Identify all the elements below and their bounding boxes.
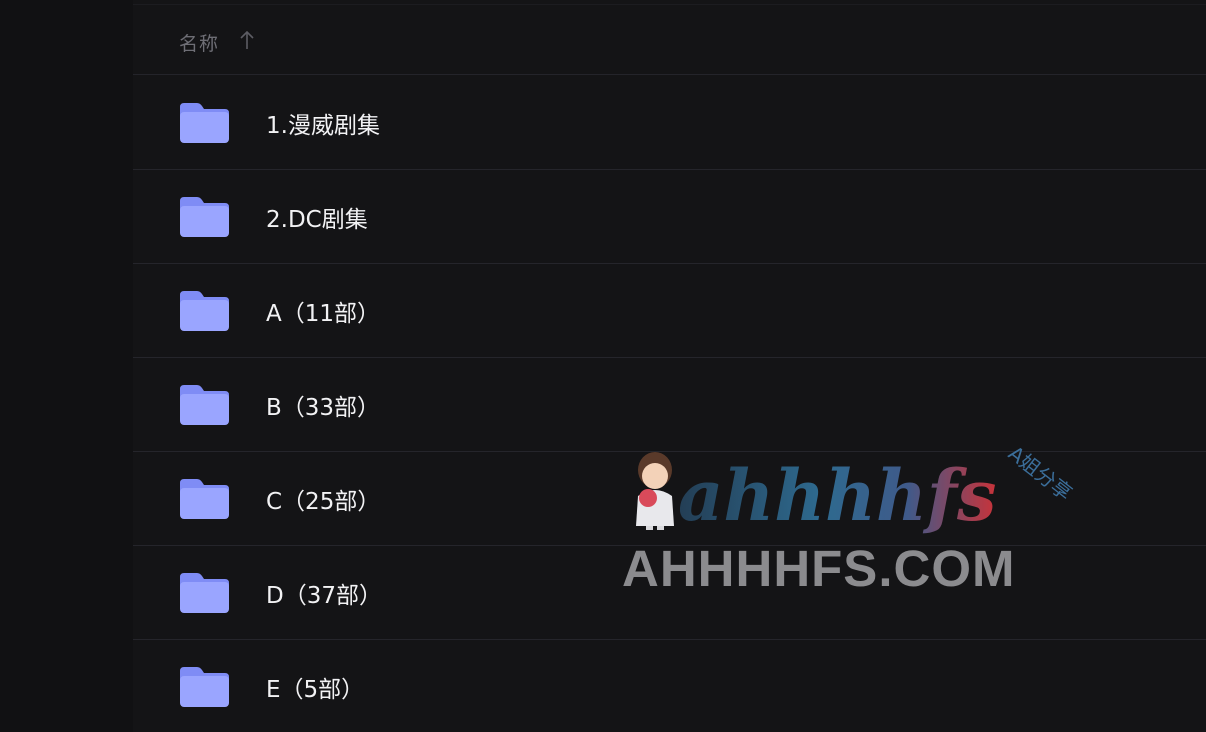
folder-row[interactable]: E（5部） — [133, 640, 1206, 732]
file-browser-window: 名称 1.漫威剧集 2.DC剧集 A（11部） B（33部） C（25部） D（… — [0, 0, 1206, 732]
name-column-header[interactable]: 名称 — [179, 29, 219, 56]
folder-row[interactable]: 1.漫威剧集 — [133, 76, 1206, 170]
folder-row[interactable]: D（37部） — [133, 546, 1206, 640]
folder-icon — [180, 103, 229, 143]
folder-row[interactable]: 2.DC剧集 — [133, 170, 1206, 264]
folder-name[interactable]: 2.DC剧集 — [266, 200, 368, 234]
folder-row[interactable]: B（33部） — [133, 358, 1206, 452]
folder-rows: 1.漫威剧集 2.DC剧集 A（11部） B（33部） C（25部） D（37部… — [133, 76, 1206, 732]
folder-icon — [180, 479, 229, 519]
folder-name[interactable]: 1.漫威剧集 — [266, 106, 380, 140]
folder-name[interactable]: B（33部） — [266, 388, 380, 422]
folder-row[interactable]: A（11部） — [133, 264, 1206, 358]
sort-ascending-icon[interactable] — [239, 29, 255, 51]
folder-icon — [180, 667, 229, 707]
folder-name[interactable]: E（5部） — [266, 670, 364, 704]
folder-name[interactable]: D（37部） — [266, 576, 382, 610]
folder-row[interactable]: C（25部） — [133, 452, 1206, 546]
folder-icon — [180, 291, 229, 331]
folder-name[interactable]: A（11部） — [266, 294, 380, 328]
folder-name[interactable]: C（25部） — [266, 482, 380, 516]
sidebar — [0, 0, 133, 732]
file-list: 名称 1.漫威剧集 2.DC剧集 A（11部） B（33部） C（25部） D（… — [133, 0, 1206, 732]
list-header: 名称 — [133, 5, 1206, 75]
folder-icon — [180, 573, 229, 613]
folder-icon — [180, 197, 229, 237]
folder-icon — [180, 385, 229, 425]
